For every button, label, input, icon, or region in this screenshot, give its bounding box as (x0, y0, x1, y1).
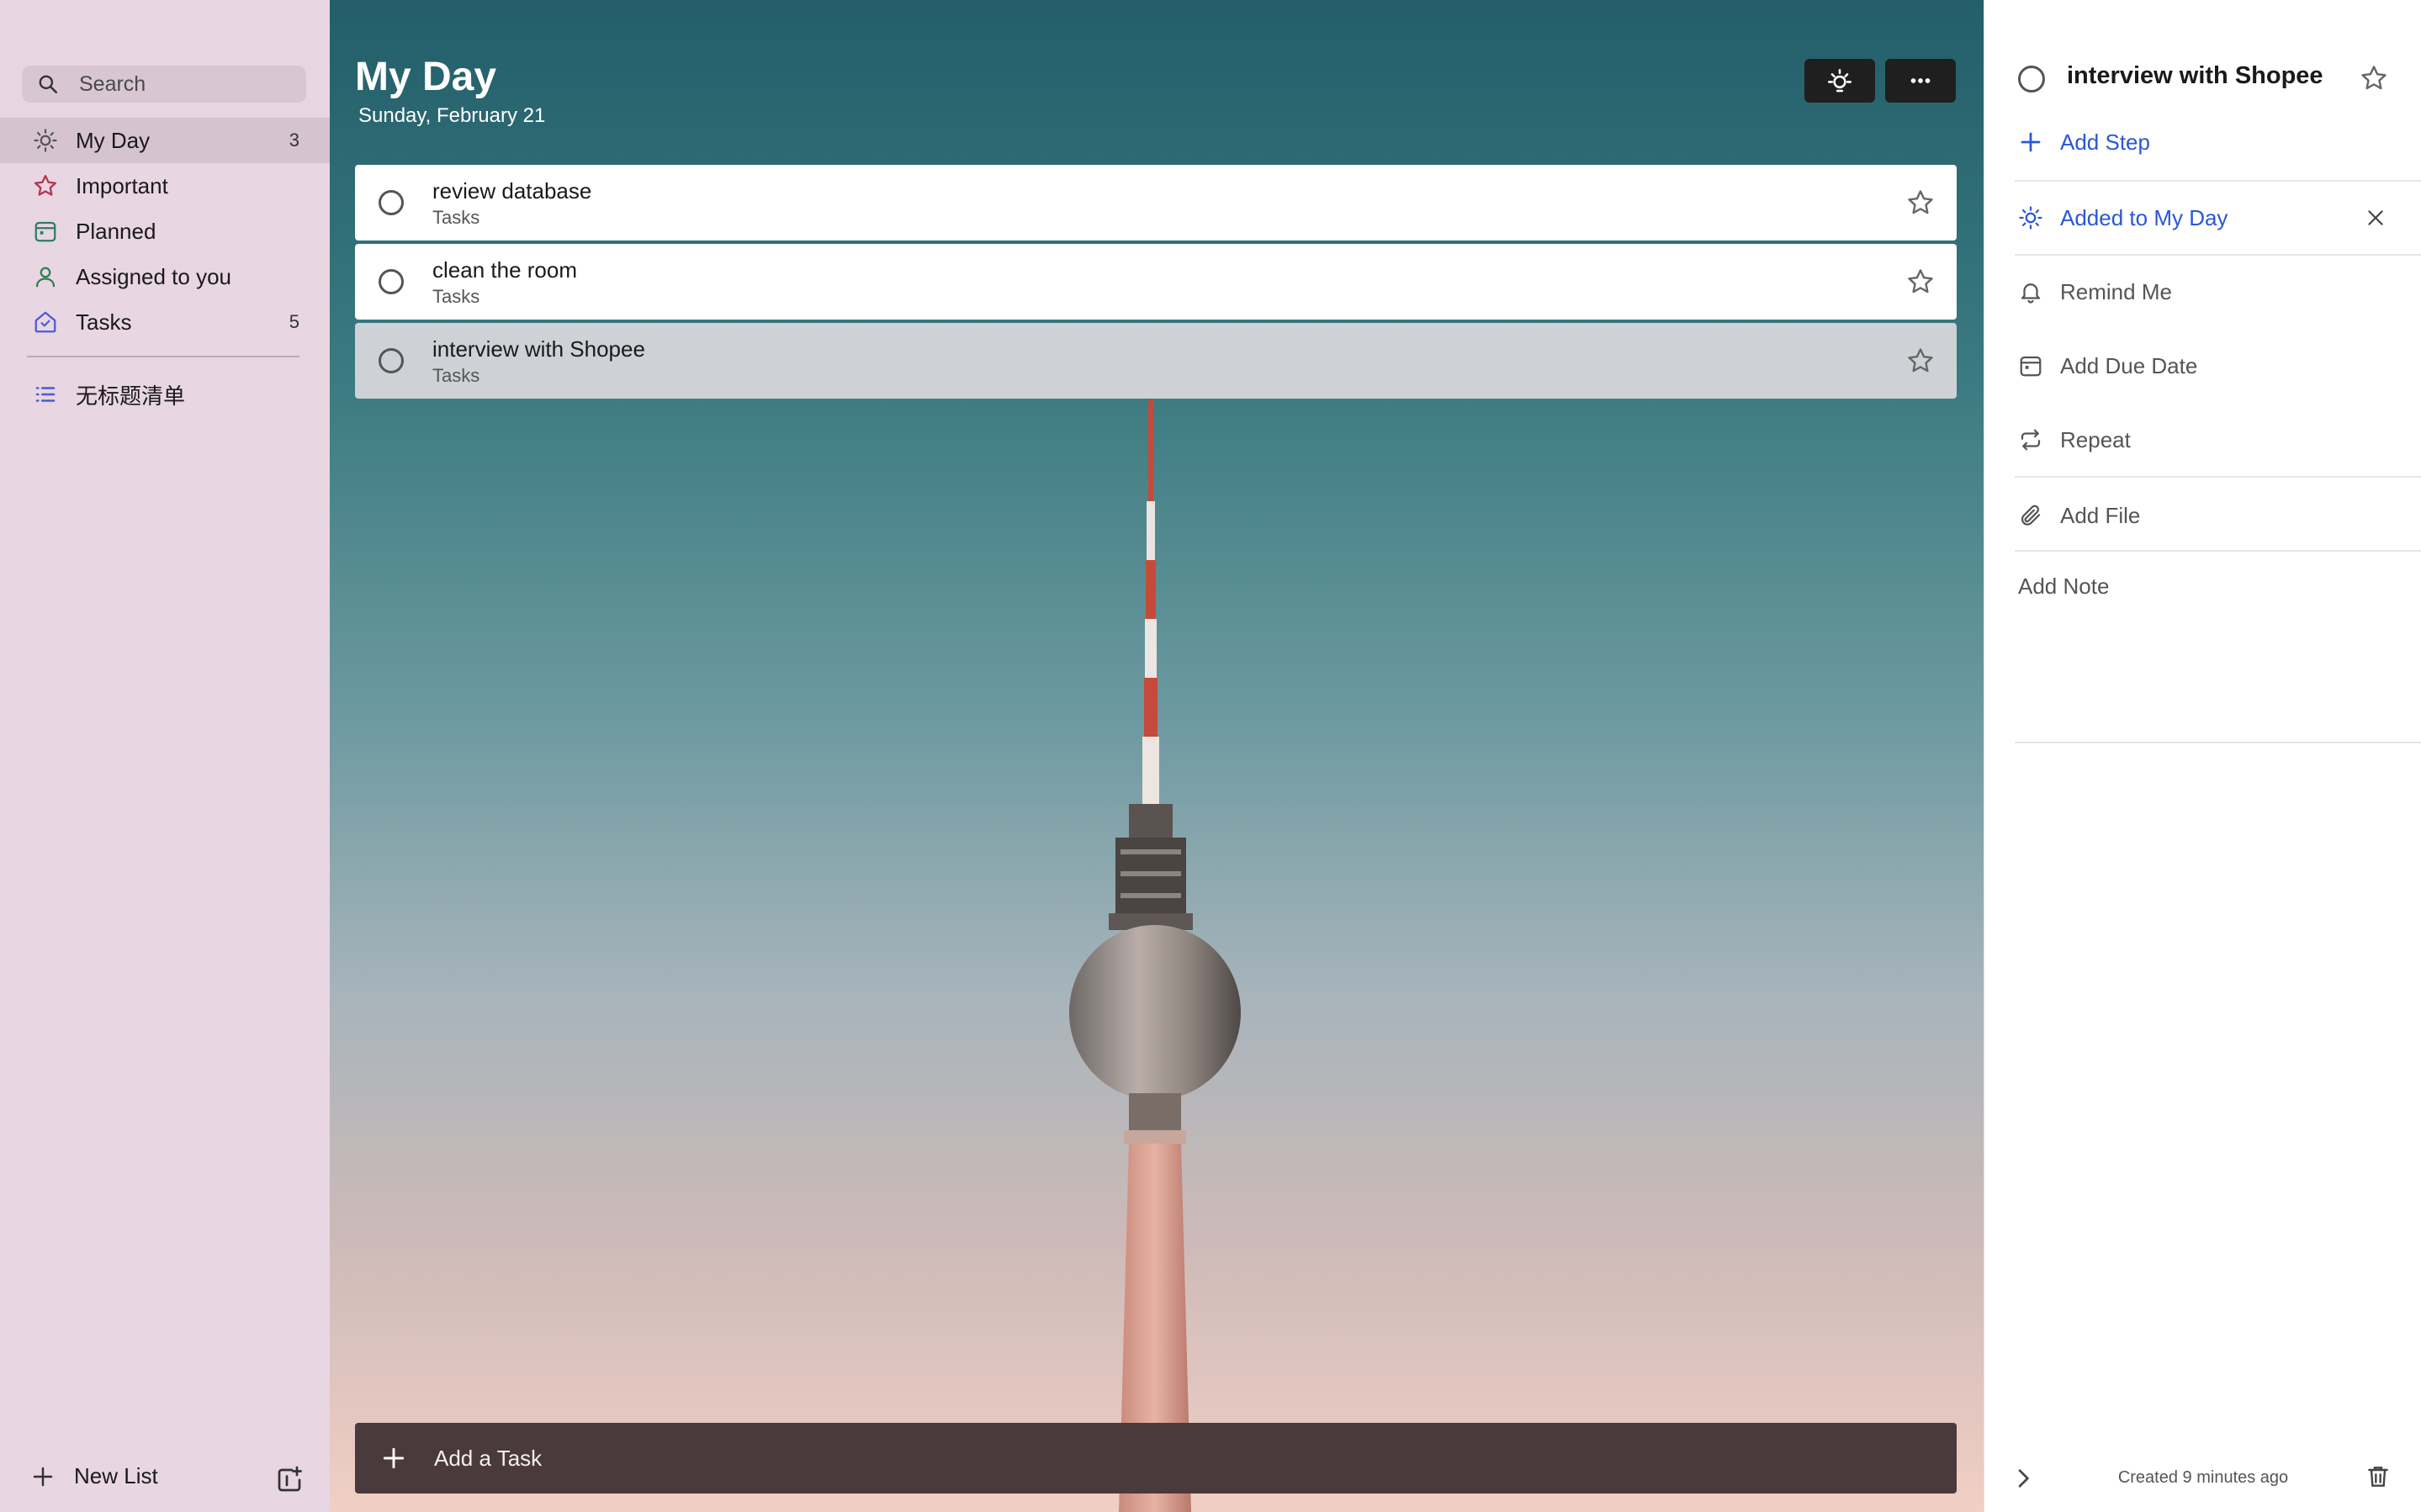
divider (2015, 476, 2421, 478)
new-list-button[interactable]: New List (30, 1463, 158, 1489)
calendar-icon (32, 218, 59, 245)
bell-icon (2016, 278, 2045, 306)
add-step-button[interactable]: Add Step (2016, 128, 2421, 156)
divider (2015, 180, 2421, 182)
custom-lists: 无标题清单 (0, 372, 330, 417)
added-to-my-day-label: Added to My Day (2060, 204, 2228, 230)
search-icon (39, 75, 58, 94)
task-row[interactable]: review database Tasks (355, 165, 1957, 241)
complete-checkbox[interactable] (379, 269, 404, 294)
person-icon (32, 263, 59, 290)
new-list-label: New List (74, 1463, 158, 1488)
sidebar-item-planned[interactable]: Planned (0, 209, 330, 254)
repeat-button[interactable]: Repeat (2016, 426, 2421, 454)
sidebar-item-my-day[interactable]: My Day 3 (0, 118, 330, 163)
calendar-icon (2016, 352, 2045, 380)
complete-checkbox[interactable] (379, 348, 404, 373)
repeat-icon (2016, 426, 2045, 454)
page-title: My Day (355, 55, 497, 99)
plus-icon (383, 1447, 405, 1469)
sidebar-item-count: 3 (289, 130, 299, 151)
sidebar-item-label: Planned (76, 218, 156, 244)
add-task-input[interactable] (432, 1444, 1866, 1472)
sun-icon (2016, 204, 2045, 232)
add-task-bar[interactable] (355, 1423, 1957, 1493)
task-row-selected[interactable]: interview with Shopee Tasks (355, 323, 1957, 399)
complete-checkbox[interactable] (379, 190, 404, 215)
trash-icon[interactable] (2365, 1463, 2392, 1490)
star-icon[interactable] (2360, 64, 2388, 93)
sidebar-item-label: Assigned to you (76, 263, 232, 289)
add-step-label: Add Step (2060, 129, 2150, 155)
detail-footer: Created 9 minutes ago (1984, 1463, 2421, 1497)
add-file-label: Add File (2060, 502, 2141, 528)
add-due-date-label: Add Due Date (2060, 352, 2198, 378)
repeat-label: Repeat (2060, 426, 2131, 452)
add-file-button[interactable]: Add File (2016, 501, 2421, 530)
plus-icon (2016, 128, 2045, 156)
sidebar-item-custom-list[interactable]: 无标题清单 (0, 372, 330, 417)
note-textarea[interactable] (2015, 565, 2421, 742)
sidebar-item-important[interactable]: Important (0, 163, 330, 209)
remind-me-label: Remind Me (2060, 278, 2172, 304)
more-options-button[interactable] (1885, 59, 1956, 103)
sidebar-item-count: 5 (289, 311, 299, 332)
paperclip-icon (2016, 501, 2045, 530)
search-input[interactable] (77, 71, 299, 98)
detail-task-title[interactable]: interview with Shopee (2067, 62, 2323, 90)
smart-lists: My Day 3 Important Planned Assigned to y… (0, 118, 330, 345)
sidebar-item-label: My Day (76, 127, 151, 153)
divider (2015, 254, 2421, 256)
ellipsis-icon (1910, 78, 1931, 83)
remind-me-button[interactable]: Remind Me (2016, 278, 2421, 306)
task-list-name: Tasks (432, 286, 480, 307)
suggestions-button[interactable] (1804, 59, 1875, 103)
task-title: interview with Shopee (432, 336, 645, 362)
task-row[interactable]: clean the room Tasks (355, 244, 1957, 320)
lightbulb-sun-icon (1827, 68, 1852, 93)
task-list: review database Tasks clean the room Tas… (355, 165, 1957, 402)
divider (2015, 742, 2421, 743)
divider (2015, 550, 2421, 552)
close-icon[interactable] (2365, 207, 2387, 229)
todo-app: My Day 3 Important (0, 0, 2421, 1512)
plus-icon (33, 1467, 53, 1486)
sidebar-divider (27, 356, 299, 357)
main-panel: My Day Sunday, February 21 review databa… (330, 0, 1984, 1512)
new-group-icon[interactable] (274, 1465, 305, 1495)
home-icon (32, 309, 59, 336)
search-box[interactable] (22, 66, 306, 103)
star-icon[interactable] (1906, 267, 1935, 296)
task-detail-panel: interview with Shopee Add Step Added to (1984, 0, 2421, 1512)
task-list-name: Tasks (432, 207, 480, 228)
page-date: Sunday, February 21 (358, 104, 546, 127)
sun-icon (32, 127, 59, 154)
task-title: clean the room (432, 257, 577, 283)
sidebar-item-label: 无标题清单 (76, 383, 186, 409)
created-timestamp: Created 9 minutes ago (2117, 1468, 2289, 1487)
sidebar-item-assigned-to-you[interactable]: Assigned to you (0, 254, 330, 299)
add-due-date-button[interactable]: Add Due Date (2016, 352, 2421, 380)
task-list-name: Tasks (432, 365, 480, 386)
sidebar-item-label: Tasks (76, 309, 132, 335)
star-icon[interactable] (1906, 346, 1935, 375)
added-to-my-day-row[interactable]: Added to My Day (2016, 204, 2421, 232)
sidebar-item-tasks[interactable]: Tasks 5 (0, 299, 330, 345)
sidebar-item-label: Important (76, 172, 168, 198)
task-title: review database (432, 178, 592, 204)
list-icon (32, 381, 59, 408)
star-icon (32, 172, 59, 199)
star-icon[interactable] (1906, 188, 1935, 217)
complete-checkbox[interactable] (2018, 66, 2045, 93)
sidebar: My Day 3 Important (0, 0, 331, 1512)
